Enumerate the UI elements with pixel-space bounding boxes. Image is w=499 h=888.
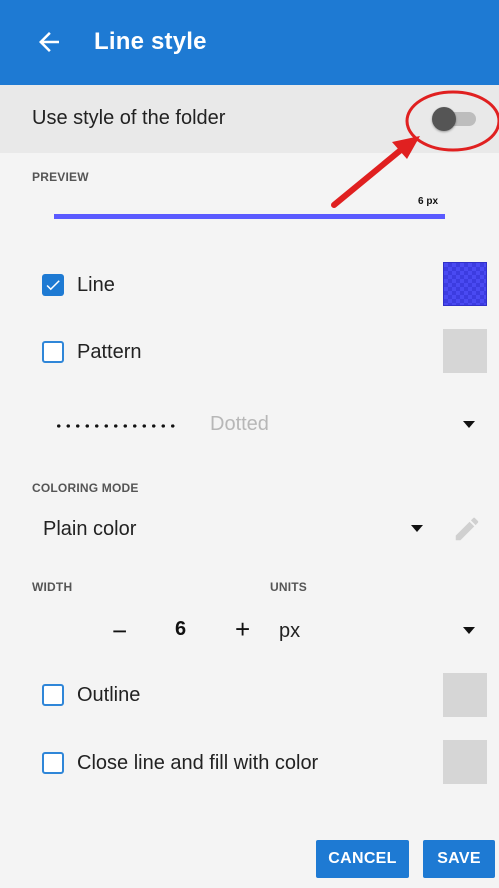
folder-style-toggle[interactable] — [432, 107, 478, 131]
outline-checkbox[interactable] — [42, 684, 64, 706]
coloring-mode-value: Plain color — [43, 518, 137, 540]
pattern-label: Pattern — [77, 341, 142, 363]
page-title: Line style — [94, 28, 207, 55]
arrow-left-icon[interactable] — [34, 27, 64, 57]
annotation-arrow-shaft — [331, 146, 405, 208]
width-increase-button[interactable]: + — [235, 614, 250, 645]
pencil-icon[interactable] — [452, 514, 482, 544]
cancel-button[interactable]: CANCEL — [316, 840, 409, 878]
close-fill-label: Close line and fill with color — [77, 752, 319, 774]
line-color-swatch[interactable] — [443, 262, 487, 306]
fill-color-swatch[interactable] — [443, 740, 487, 784]
check-icon — [46, 280, 60, 291]
line-label: Line — [77, 274, 115, 296]
width-decrease-button[interactable]: − — [112, 616, 127, 647]
chevron-down-icon — [463, 421, 475, 428]
outline-color-swatch[interactable] — [443, 673, 487, 717]
chevron-down-icon — [411, 525, 423, 532]
toggle-thumb — [432, 107, 456, 131]
width-value: 6 — [175, 618, 187, 640]
units-section-label: UNITS — [270, 580, 307, 594]
coloring-mode-section-label: COLORING MODE — [32, 481, 139, 495]
outline-label: Outline — [77, 684, 141, 706]
preview-line — [54, 214, 445, 219]
app-bar: Line style — [0, 0, 499, 85]
pattern-style-value: Dotted — [210, 413, 269, 435]
preview-size-label: 6 px — [418, 196, 439, 207]
folder-style-row: Use style of the folder — [0, 85, 499, 153]
dotted-pattern-sample — [54, 424, 178, 428]
units-value: px — [279, 620, 301, 642]
pattern-checkbox[interactable] — [42, 341, 64, 363]
close-fill-checkbox[interactable] — [42, 752, 64, 774]
save-button[interactable]: SAVE — [423, 840, 495, 878]
preview-section-label: PREVIEW — [32, 170, 89, 184]
width-section-label: WIDTH — [32, 580, 73, 594]
chevron-down-icon — [463, 627, 475, 634]
folder-style-label: Use style of the folder — [32, 107, 226, 129]
line-checkbox[interactable] — [42, 274, 64, 296]
pattern-color-swatch[interactable] — [443, 329, 487, 373]
